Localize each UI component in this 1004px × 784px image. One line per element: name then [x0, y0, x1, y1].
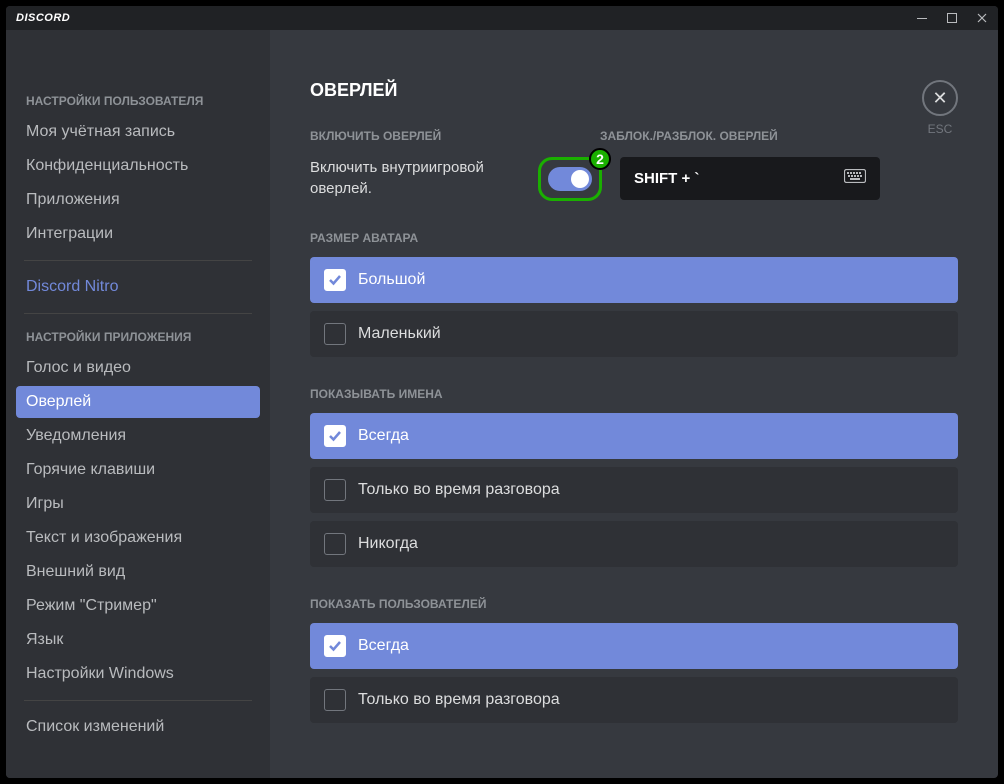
shortcut-text: SHIFT + `: [634, 170, 699, 187]
titlebar: DISCORD: [6, 6, 998, 30]
show-names-group: Всегда Только во время разговора Никогда: [310, 413, 958, 567]
maximize-button[interactable]: [946, 12, 958, 24]
option-label: Никогда: [358, 535, 418, 553]
checkbox-icon: [324, 269, 346, 291]
checkbox-icon: [324, 689, 346, 711]
toggle-knob: [571, 170, 589, 188]
avatar-size-label: РАЗМЕР АВАТАРА: [310, 231, 958, 245]
sidebar-item-voice[interactable]: Голос и видео: [16, 352, 260, 384]
names-option-never[interactable]: Никогда: [310, 521, 958, 567]
names-option-always[interactable]: Всегда: [310, 413, 958, 459]
divider: [24, 260, 252, 261]
close-button[interactable]: [976, 12, 988, 24]
sidebar-item-games[interactable]: Игры: [16, 488, 260, 520]
sidebar-item-account[interactable]: Моя учётная запись: [16, 116, 260, 148]
option-label: Всегда: [358, 637, 409, 655]
sidebar-item-notifications[interactable]: Уведомления: [16, 420, 260, 452]
sidebar-item-streamer[interactable]: Режим "Стример": [16, 590, 260, 622]
option-label: Большой: [358, 271, 425, 289]
checkbox-icon: [324, 323, 346, 345]
lock-overlay-label: ЗАБЛОК./РАЗБЛОК. ОВЕРЛЕЙ: [600, 129, 880, 143]
highlight-box-2: 2: [538, 157, 602, 201]
users-option-always[interactable]: Всегда: [310, 623, 958, 669]
divider: [24, 313, 252, 314]
enable-overlay-label: ВКЛЮЧИТЬ ОВЕРЛЕЙ: [310, 129, 580, 143]
esc-label: ESC: [928, 122, 953, 136]
sidebar-item-language[interactable]: Язык: [16, 624, 260, 656]
show-names-label: ПОКАЗЫВАТЬ ИМЕНА: [310, 387, 958, 401]
names-option-speaking[interactable]: Только во время разговора: [310, 467, 958, 513]
enable-overlay-toggle[interactable]: [548, 167, 592, 191]
close-icon: ✕: [932, 89, 947, 107]
users-option-speaking[interactable]: Только во время разговора: [310, 677, 958, 723]
checkbox-icon: [324, 479, 346, 501]
settings-content: ✕ ESC ОВЕРЛЕЙ ВКЛЮЧИТЬ ОВЕРЛЕЙ ЗАБЛОК./Р…: [270, 30, 998, 778]
enable-overlay-help: Включить внутриигровой оверлей.: [310, 157, 520, 199]
sidebar-item-integrations[interactable]: Интеграции: [16, 218, 260, 250]
sidebar-item-appearance[interactable]: Внешний вид: [16, 556, 260, 588]
show-users-label: ПОКАЗАТЬ ПОЛЬЗОВАТЕЛЕЙ: [310, 597, 958, 611]
option-label: Всегда: [358, 427, 409, 445]
sidebar-header-app: НАСТРОЙКИ ПРИЛОЖЕНИЯ: [16, 324, 260, 350]
sidebar-item-nitro[interactable]: Discord Nitro: [16, 271, 260, 303]
divider: [24, 700, 252, 701]
shortcut-field[interactable]: SHIFT + `: [620, 157, 880, 200]
show-users-group: Всегда Только во время разговора: [310, 623, 958, 723]
settings-sidebar: НАСТРОЙКИ ПОЛЬЗОВАТЕЛЯ Моя учётная запис…: [6, 30, 270, 778]
option-label: Только во время разговора: [358, 481, 560, 499]
page-title: ОВЕРЛЕЙ: [310, 80, 958, 101]
window-controls: [916, 12, 988, 24]
close-settings-button[interactable]: ✕: [922, 80, 958, 116]
sidebar-item-changelog[interactable]: Список изменений: [16, 711, 260, 743]
option-label: Только во время разговора: [358, 691, 560, 709]
checkbox-icon: [324, 635, 346, 657]
option-label: Маленький: [358, 325, 441, 343]
callout-badge-2: 2: [589, 148, 611, 170]
sidebar-item-keybinds[interactable]: Горячие клавиши: [16, 454, 260, 486]
avatar-size-group: Большой Маленький: [310, 257, 958, 357]
sidebar-item-overlay[interactable]: Оверлей: [16, 386, 260, 418]
sidebar-item-windows[interactable]: Настройки Windows: [16, 658, 260, 690]
minimize-button[interactable]: [916, 12, 928, 24]
checkbox-icon: [324, 533, 346, 555]
checkbox-icon: [324, 425, 346, 447]
keyboard-icon: [844, 169, 866, 188]
close-settings: ✕ ESC: [922, 80, 958, 136]
app-window: DISCORD НАСТРОЙКИ ПОЛЬЗОВАТЕЛЯ Моя учётн…: [6, 6, 998, 778]
avatar-option-small[interactable]: Маленький: [310, 311, 958, 357]
sidebar-item-apps[interactable]: Приложения: [16, 184, 260, 216]
app-brand: DISCORD: [16, 12, 70, 24]
sidebar-item-text-images[interactable]: Текст и изображения: [16, 522, 260, 554]
avatar-option-large[interactable]: Большой: [310, 257, 958, 303]
sidebar-item-privacy[interactable]: Конфиденциальность: [16, 150, 260, 182]
sidebar-header-user: НАСТРОЙКИ ПОЛЬЗОВАТЕЛЯ: [16, 88, 260, 114]
